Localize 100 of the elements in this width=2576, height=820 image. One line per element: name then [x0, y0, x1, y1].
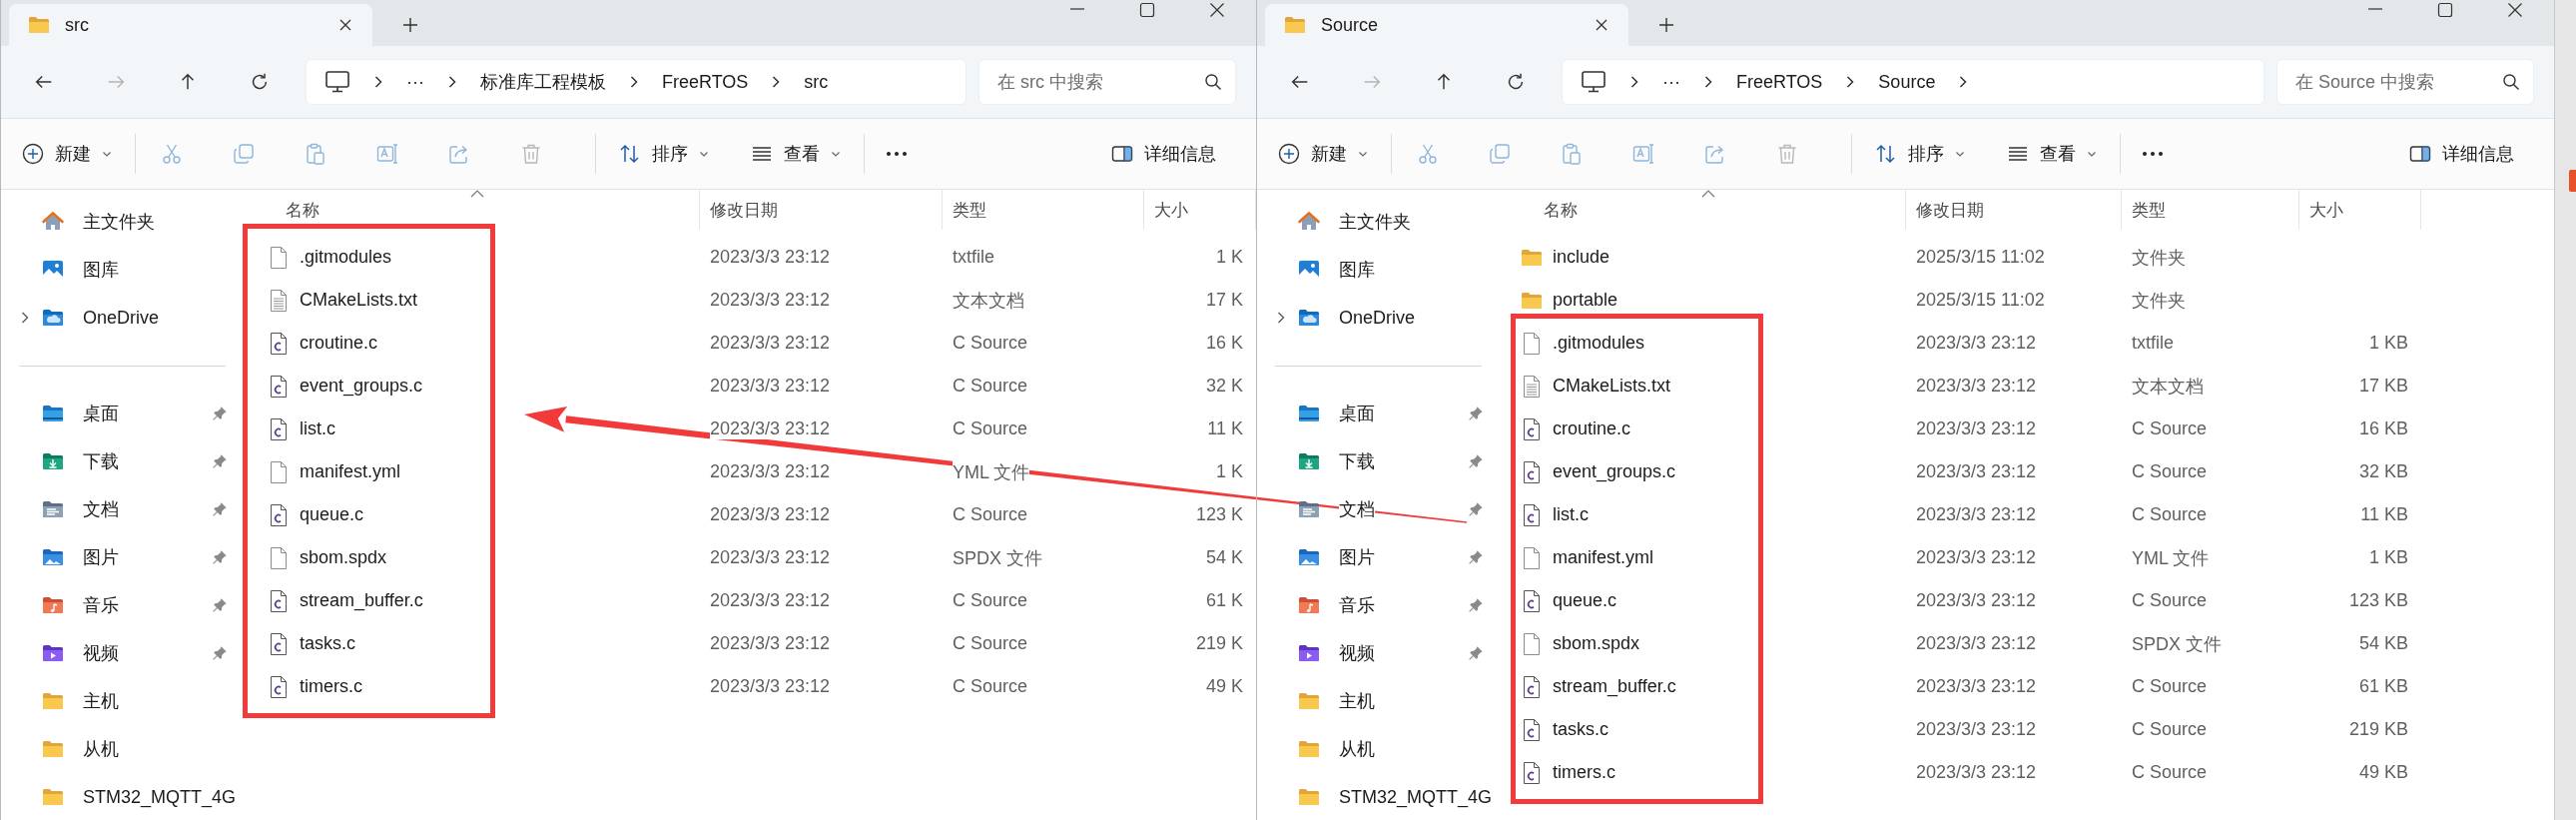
new-button[interactable]: 新建: [1267, 130, 1379, 178]
nav-item[interactable]: 主文件夹: [1257, 198, 1489, 246]
c-file-icon: [269, 674, 289, 699]
nav-item[interactable]: 图库: [1, 246, 233, 294]
address-bar[interactable]: ··· FreeRTOS Source: [1562, 59, 2264, 105]
tab[interactable]: src: [9, 4, 372, 46]
close-icon: [1209, 2, 1225, 18]
file-name[interactable]: tasks.c: [1553, 719, 1609, 740]
search-field[interactable]: 在 src 中搜索: [978, 59, 1236, 105]
file-name[interactable]: CMakeLists.txt: [300, 290, 418, 311]
file-name[interactable]: CMakeLists.txt: [1553, 376, 1671, 397]
column-header[interactable]: 名称: [1497, 190, 1906, 230]
breadcrumb-item[interactable]: 标准库工程模板: [480, 70, 606, 94]
nav-item[interactable]: 下载: [1, 437, 233, 485]
file-name[interactable]: manifest.yml: [300, 461, 401, 482]
breadcrumb-item[interactable]: ···: [406, 71, 424, 93]
nav-item[interactable]: 音乐: [1, 581, 233, 629]
nav-item[interactable]: 下载: [1257, 437, 1489, 485]
column-header[interactable]: 类型: [943, 190, 1144, 230]
nav-item[interactable]: 主机: [1257, 677, 1489, 725]
copy-icon: [232, 142, 256, 166]
column-header[interactable]: 修改日期: [1906, 190, 2122, 230]
column-header[interactable]: 大小: [2299, 190, 2421, 230]
file-name[interactable]: tasks.c: [300, 633, 355, 654]
new-icon: [1277, 142, 1301, 166]
column-header[interactable]: 名称: [241, 190, 700, 230]
sort-caret-icon: [1700, 190, 1715, 198]
nav-item[interactable]: 从机: [1, 725, 233, 773]
column-header[interactable]: 类型: [2122, 190, 2299, 230]
nav-item[interactable]: 图库: [1257, 246, 1489, 294]
tab[interactable]: Source: [1265, 4, 1628, 46]
blank-file-icon: [269, 245, 289, 270]
sort-caret-icon: [469, 190, 484, 198]
file-name[interactable]: croutine.c: [300, 333, 378, 354]
file-name[interactable]: sbom.spdx: [1553, 633, 1640, 654]
breadcrumb-item[interactable]: src: [804, 71, 829, 93]
nav-item[interactable]: 主机: [1, 677, 233, 725]
gallery-icon: [41, 258, 65, 282]
nav-item[interactable]: STM32_MQTT_4G: [1, 773, 233, 820]
chevron-right-icon: [628, 75, 640, 89]
file-name[interactable]: stream_buffer.c: [300, 590, 423, 611]
file-name[interactable]: queue.c: [1553, 590, 1617, 611]
column-header[interactable]: 大小: [1144, 190, 1256, 230]
file-name[interactable]: list.c: [300, 418, 335, 439]
file-name[interactable]: queue.c: [300, 504, 364, 525]
nav-item[interactable]: 桌面: [1257, 390, 1489, 437]
nav-item[interactable]: 图片: [1257, 533, 1489, 581]
view-button[interactable]: 查看: [740, 130, 852, 178]
sort-button[interactable]: 排序: [608, 130, 720, 178]
nav-item[interactable]: 图片: [1, 533, 233, 581]
nav-item[interactable]: 主文件夹: [1, 198, 233, 246]
view-button[interactable]: 查看: [1996, 130, 2108, 178]
address-bar[interactable]: ··· 标准库工程模板 FreeRTOS src: [306, 59, 966, 105]
nav-item[interactable]: OneDrive: [1, 294, 233, 342]
file-name[interactable]: portable: [1553, 290, 1618, 311]
file-name[interactable]: stream_buffer.c: [1553, 676, 1676, 697]
c-file-icon: [1522, 502, 1542, 527]
file-name[interactable]: event_groups.c: [1553, 461, 1676, 482]
blank-file-icon: [269, 459, 289, 484]
file-name[interactable]: .gitmodules: [300, 247, 392, 268]
nav-item[interactable]: 音乐: [1257, 581, 1489, 629]
file-name[interactable]: .gitmodules: [1553, 333, 1645, 354]
file-name[interactable]: include: [1553, 247, 1610, 268]
breadcrumb-item[interactable]: Source: [1878, 71, 1936, 93]
breadcrumb-item[interactable]: ···: [1662, 71, 1680, 93]
file-name[interactable]: sbom.spdx: [300, 547, 387, 568]
file-name[interactable]: event_groups.c: [300, 376, 423, 397]
new-icon: [21, 142, 45, 166]
breadcrumb-item[interactable]: FreeRTOS: [1736, 71, 1823, 93]
file-name[interactable]: timers.c: [1553, 762, 1615, 783]
breadcrumb-item[interactable]: FreeRTOS: [662, 71, 749, 93]
file-name[interactable]: timers.c: [300, 676, 362, 697]
c-file-icon: [269, 631, 289, 656]
rename-icon: [1631, 142, 1655, 166]
nav-item[interactable]: 桌面: [1, 390, 233, 437]
new-button[interactable]: 新建: [11, 130, 123, 178]
search-field[interactable]: 在 Source 中搜索: [2276, 59, 2534, 105]
details-button[interactable]: 详细信息: [1100, 130, 1226, 178]
search-icon: [1204, 73, 1222, 91]
c-file-icon: [269, 502, 289, 527]
nav-item[interactable]: 视频: [1257, 629, 1489, 677]
nav-item[interactable]: 从机: [1257, 725, 1489, 773]
close-icon: [2507, 2, 2523, 18]
file-name[interactable]: manifest.yml: [1553, 547, 1654, 568]
nav-item[interactable]: 视频: [1, 629, 233, 677]
sort-icon: [1874, 142, 1898, 166]
c-file-icon: [1522, 717, 1542, 742]
c-file-icon: [269, 416, 289, 441]
chevron-right-icon: [1702, 75, 1714, 89]
file-name[interactable]: croutine.c: [1553, 418, 1631, 439]
nav-item[interactable]: STM32_MQTT_4G: [1257, 773, 1489, 820]
details-button[interactable]: 详细信息: [2398, 130, 2524, 178]
column-header[interactable]: 修改日期: [700, 190, 943, 230]
nav-item[interactable]: OneDrive: [1257, 294, 1489, 342]
sort-button[interactable]: 排序: [1864, 130, 1976, 178]
search-icon: [2502, 73, 2520, 91]
file-name[interactable]: list.c: [1553, 504, 1589, 525]
chevron-right-icon: [446, 75, 458, 89]
c-file-icon: [269, 374, 289, 399]
nav-item[interactable]: 文档: [1, 485, 233, 533]
